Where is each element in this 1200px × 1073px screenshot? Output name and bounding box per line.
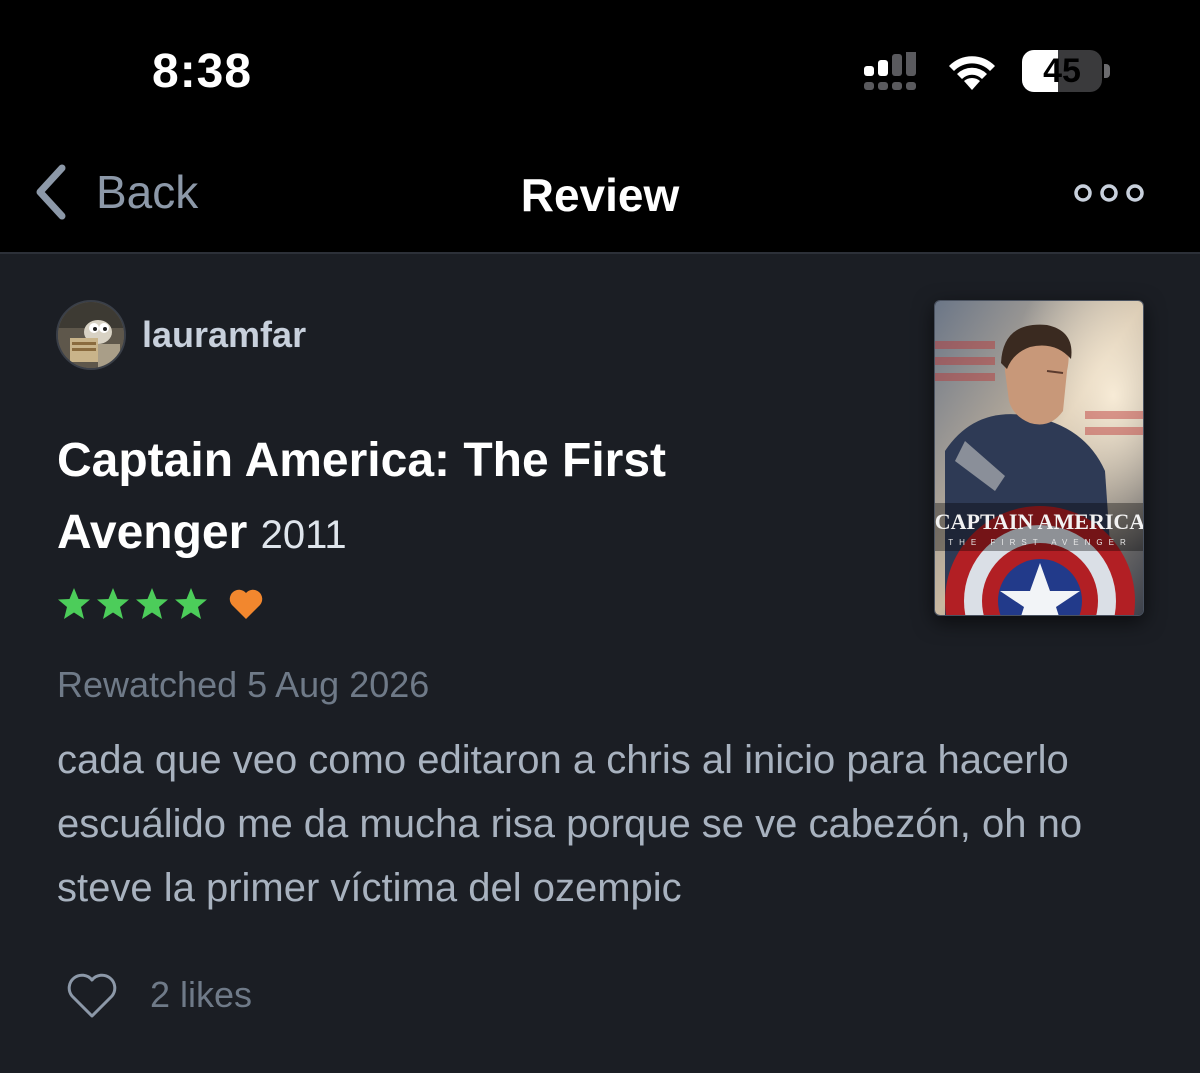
likes-row: 2 likes xyxy=(64,970,252,1020)
battery-icon: 45 xyxy=(1022,50,1102,92)
navigation-bar: Back Review xyxy=(0,140,1200,254)
review-author[interactable]: lauramfar xyxy=(56,300,306,370)
poster-subtitle: THE FIRST AVENGER xyxy=(948,538,1132,547)
page-title: Review xyxy=(520,169,680,221)
status-bar: 8:38 45 xyxy=(0,0,1200,140)
film-title-block: Captain America: The First Avenger 2011 xyxy=(57,425,817,571)
author-username[interactable]: lauramfar xyxy=(142,314,306,356)
battery-percent: 45 xyxy=(1043,52,1081,90)
star-icon xyxy=(58,588,90,619)
star-rating xyxy=(56,584,264,624)
wifi-icon xyxy=(944,50,1000,92)
star-icon xyxy=(136,588,168,619)
ellipsis-icon[interactable] xyxy=(1074,178,1144,208)
watch-date: Rewatched 5 Aug 2026 xyxy=(57,664,430,705)
star-icon xyxy=(175,588,207,619)
status-time: 8:38 xyxy=(152,45,253,98)
battery-tip xyxy=(1104,64,1110,78)
film-poster[interactable]: CAPTAIN AMERICA THE FIRST AVENGER xyxy=(934,300,1144,616)
battery-indicator: 45 xyxy=(1022,50,1112,92)
poster-title: CAPTAIN AMERICA xyxy=(935,509,1144,534)
cellular-signal-icon xyxy=(864,48,926,92)
star-icon xyxy=(97,588,129,619)
liked-heart-icon xyxy=(229,589,263,619)
film-title[interactable]: Captain America: The First Avenger xyxy=(57,434,666,559)
avatar[interactable] xyxy=(56,300,126,370)
heart-outline-icon[interactable] xyxy=(64,970,120,1020)
likes-count[interactable]: 2 likes xyxy=(150,974,252,1016)
review-body: cada que veo como editaron a chris al in… xyxy=(57,738,1083,910)
film-year[interactable]: 2011 xyxy=(261,513,347,557)
